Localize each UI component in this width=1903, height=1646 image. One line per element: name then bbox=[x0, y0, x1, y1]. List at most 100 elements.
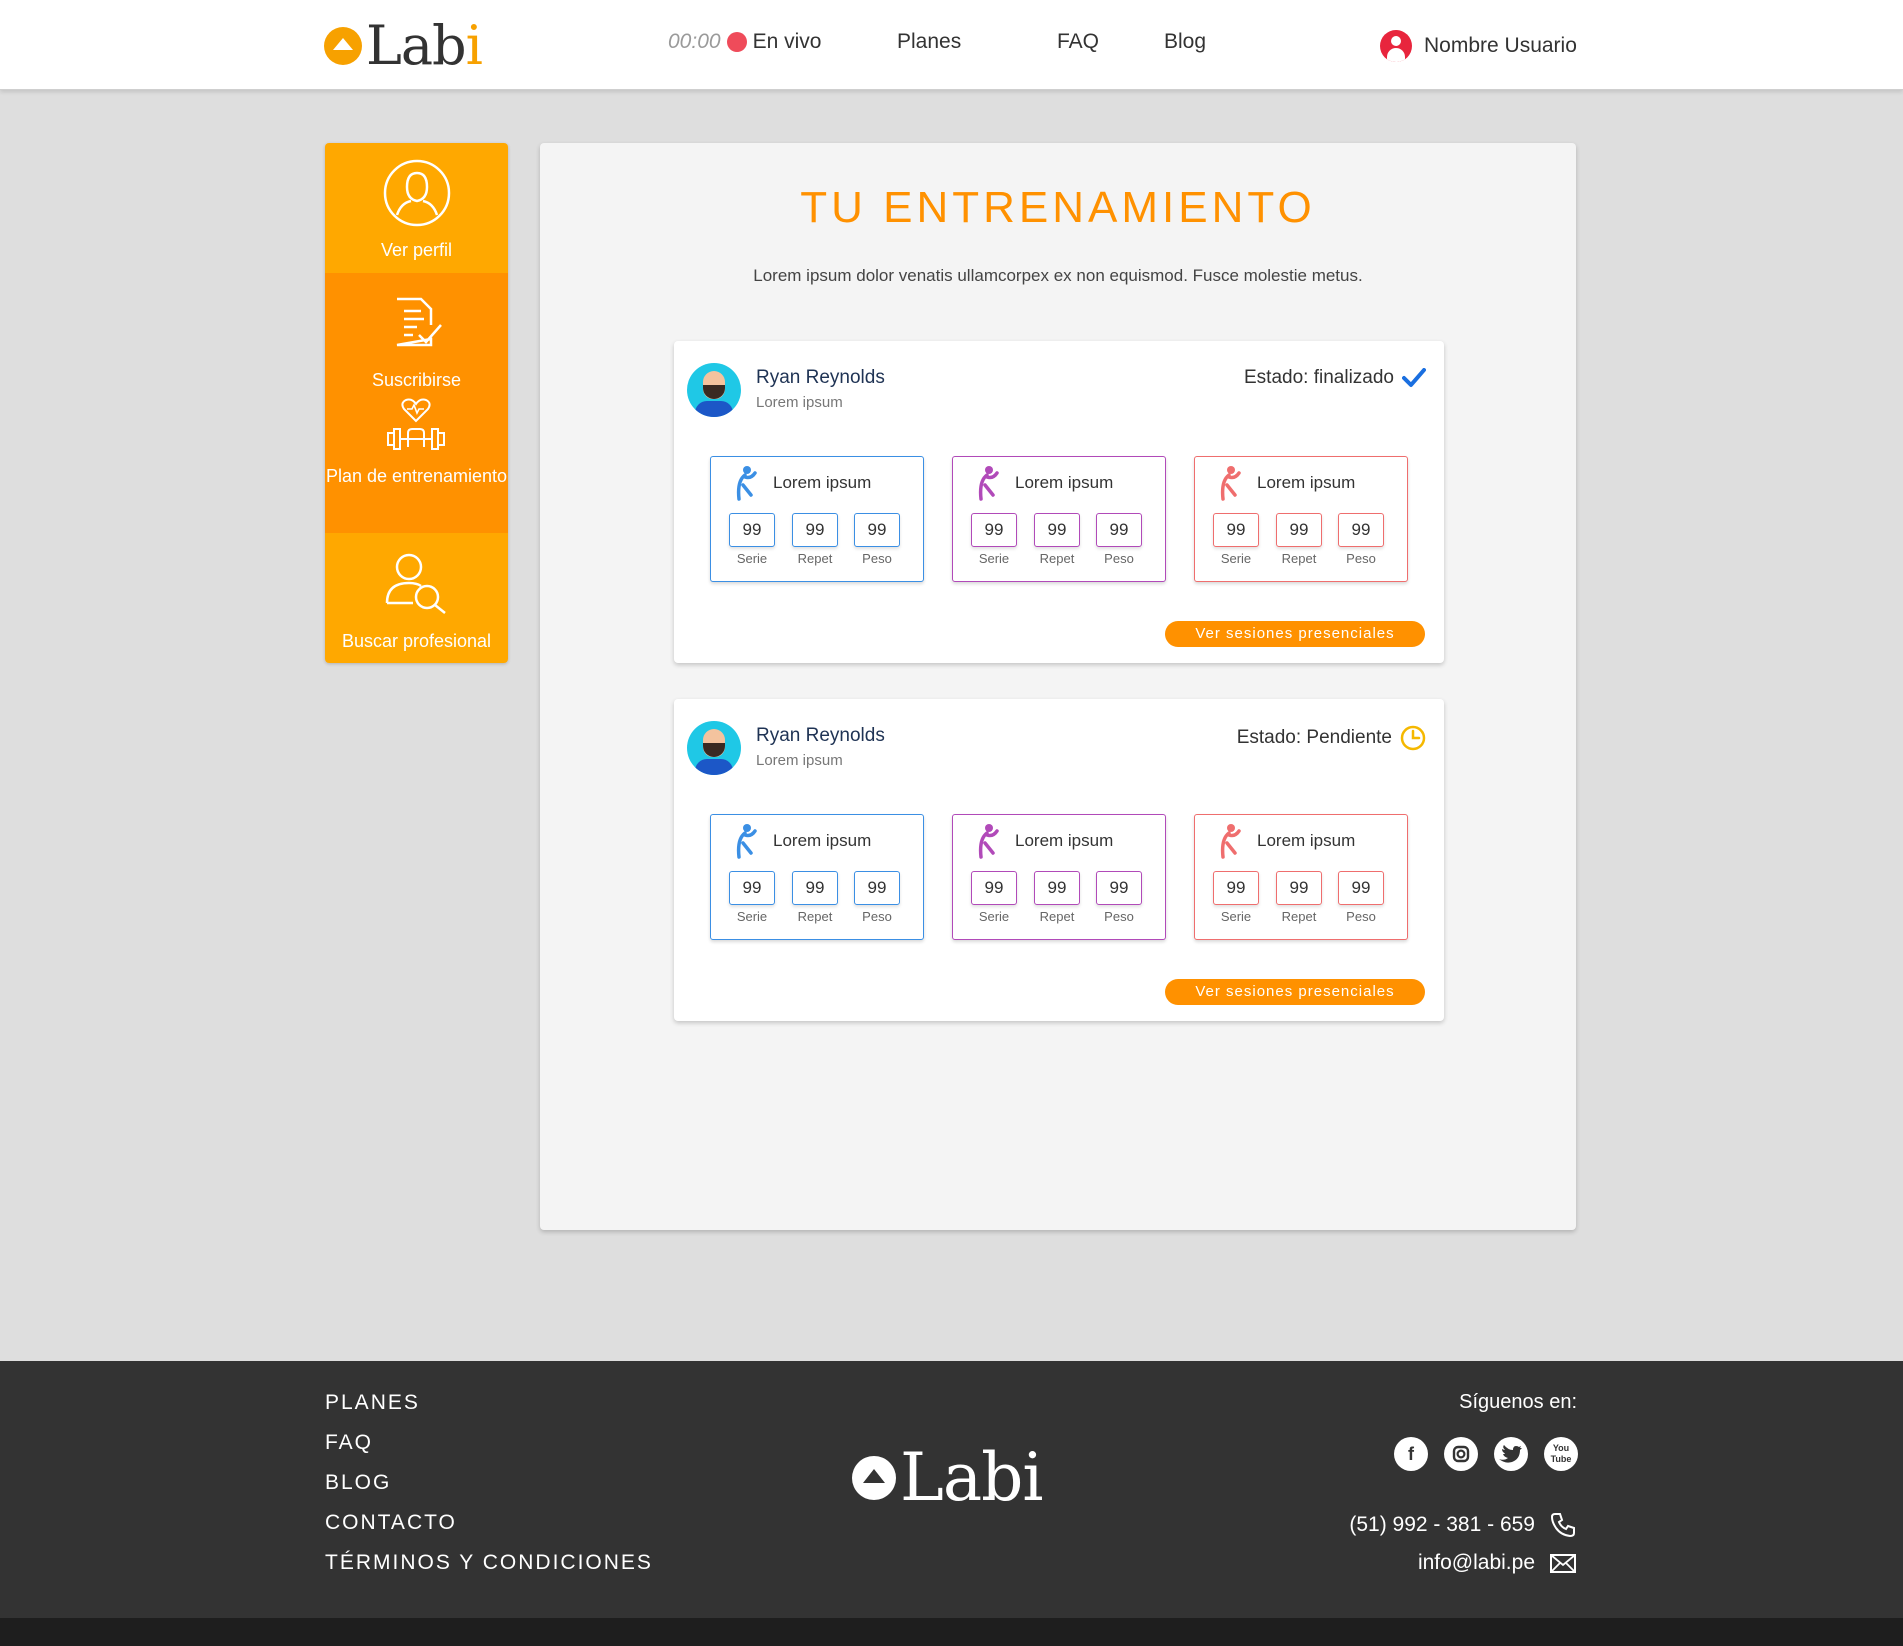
footer-link-contacto[interactable]: CONTACTO bbox=[325, 1511, 653, 1551]
stretching-figure-icon bbox=[736, 824, 757, 859]
stat-serie: 99 Serie bbox=[729, 871, 775, 924]
stat-label: Serie bbox=[978, 551, 1010, 566]
trainer-name[interactable]: Ryan Reynolds bbox=[756, 367, 885, 389]
nav-planes[interactable]: Planes bbox=[897, 30, 961, 54]
exercise-card[interactable]: Lorem ipsum 99 Serie 99 Repet 99 Peso bbox=[952, 814, 1166, 940]
twitter-icon[interactable] bbox=[1494, 1437, 1528, 1471]
sidebar-item-label: Ver perfil bbox=[380, 240, 453, 260]
status-text: Estado: finalizado bbox=[1244, 367, 1394, 388]
trainer-subtitle: Lorem ipsum bbox=[756, 394, 843, 411]
trainer-avatar bbox=[687, 721, 741, 775]
footer-link-planes[interactable]: PLANES bbox=[325, 1391, 653, 1431]
labi-logo-mark-icon bbox=[324, 27, 362, 65]
stat-value: 99 bbox=[1276, 871, 1322, 905]
stat-value: 99 bbox=[792, 513, 838, 547]
exercise-card[interactable]: Lorem ipsum 99 Serie 99 Repet 99 Peso bbox=[952, 456, 1166, 582]
stat-label: Repet bbox=[1281, 551, 1317, 566]
stat-label: Repet bbox=[1039, 909, 1075, 924]
stat-peso: 99 Peso bbox=[1338, 513, 1384, 566]
stat-value: 99 bbox=[1276, 513, 1322, 547]
exercise-card[interactable]: Lorem ipsum 99 Serie 99 Repet 99 Peso bbox=[710, 456, 924, 582]
stat-label: Serie bbox=[1220, 551, 1252, 566]
exercise-card[interactable]: Lorem ipsum 99 Serie 99 Repet 99 Peso bbox=[710, 814, 924, 940]
status-badge: Estado: finalizado bbox=[1244, 367, 1426, 389]
sidebar-item-buscar-profesional[interactable]: Buscar profesional bbox=[325, 533, 508, 663]
phone-number: (51) 992 - 381 - 659 bbox=[1349, 1513, 1535, 1536]
stat-peso: 99 Peso bbox=[1096, 513, 1142, 566]
stat-value: 99 bbox=[1096, 871, 1142, 905]
exercise-title: Lorem ipsum bbox=[773, 831, 872, 850]
view-sessions-button[interactable]: Ver sesiones presenciales bbox=[1165, 621, 1425, 647]
exercise-card[interactable]: Lorem ipsum 99 Serie 99 Repet 99 Peso bbox=[1194, 814, 1408, 940]
stat-repet: 99 Repet bbox=[792, 513, 838, 566]
checkmark-icon bbox=[1402, 368, 1426, 387]
stat-value: 99 bbox=[1213, 513, 1259, 547]
page-title: TU ENTRENAMIENTO bbox=[800, 183, 1316, 232]
exercise-title: Lorem ipsum bbox=[773, 473, 872, 492]
instagram-icon[interactable] bbox=[1444, 1437, 1478, 1471]
stretching-figure-icon bbox=[978, 466, 999, 501]
stat-value: 99 bbox=[1338, 513, 1384, 547]
stat-value: 99 bbox=[854, 871, 900, 905]
heart-dumbbell-icon bbox=[387, 398, 445, 450]
live-dot-icon bbox=[726, 32, 747, 52]
phone-icon bbox=[1550, 1513, 1575, 1538]
labi-logo[interactable]: Labi bbox=[324, 14, 483, 77]
follow-label: Síguenos en: bbox=[1459, 1391, 1577, 1413]
document-check-icon bbox=[396, 297, 442, 347]
user-menu[interactable]: Nombre Usuario bbox=[1380, 30, 1577, 62]
exercise-title: Lorem ipsum bbox=[1257, 831, 1356, 850]
sidebar-item-ver-perfil[interactable]: Ver perfil bbox=[325, 143, 508, 273]
footer-logo[interactable]: Labi bbox=[852, 1439, 1044, 1516]
contact-email[interactable]: info@labi.pe bbox=[1418, 1551, 1577, 1575]
stat-label: Serie bbox=[1220, 909, 1252, 924]
stat-label: Peso bbox=[1104, 551, 1134, 566]
logo-text: Labi bbox=[366, 14, 483, 77]
contact-phone[interactable]: (51) 992 - 381 - 659 bbox=[1349, 1511, 1577, 1539]
stat-repet: 99 Repet bbox=[1034, 871, 1080, 924]
stat-serie: 99 Serie bbox=[1213, 513, 1259, 566]
live-timer[interactable]: 00:00 En vivo bbox=[668, 30, 821, 54]
youtube-icon[interactable]: You Tube bbox=[1544, 1437, 1578, 1471]
stat-value: 99 bbox=[729, 871, 775, 905]
stat-repet: 99 Repet bbox=[1034, 513, 1080, 566]
stat-label: Serie bbox=[978, 909, 1010, 924]
user-search-icon bbox=[385, 553, 446, 614]
sidebar-section-active: Suscribirse Plan de entrenamiento bbox=[325, 273, 508, 533]
footer-logo-text: Labi bbox=[900, 1439, 1044, 1516]
stretching-figure-icon bbox=[1220, 824, 1241, 859]
footer-link-blog[interactable]: BLOG bbox=[325, 1471, 653, 1511]
footer-link-faq[interactable]: FAQ bbox=[325, 1431, 653, 1471]
stat-value: 99 bbox=[1213, 871, 1259, 905]
timer-time: 00:00 bbox=[668, 30, 721, 53]
stat-serie: 99 Serie bbox=[1213, 871, 1259, 924]
stat-label: Repet bbox=[1281, 909, 1317, 924]
exercise-title: Lorem ipsum bbox=[1015, 473, 1114, 492]
stretching-figure-icon bbox=[978, 824, 999, 859]
footer: PLANES FAQ BLOG CONTACTO TÉRMINOS Y COND… bbox=[0, 1361, 1903, 1618]
stat-value: 99 bbox=[971, 513, 1017, 547]
stat-value: 99 bbox=[1338, 871, 1384, 905]
facebook-icon[interactable]: f bbox=[1394, 1437, 1428, 1471]
stat-repet: 99 Repet bbox=[1276, 513, 1322, 566]
stat-label: Serie bbox=[736, 909, 768, 924]
stat-label: Repet bbox=[1039, 551, 1075, 566]
nav-blog[interactable]: Blog bbox=[1164, 30, 1206, 54]
trainer-name[interactable]: Ryan Reynolds bbox=[756, 725, 885, 747]
main-panel: TU ENTRENAMIENTO Lorem ipsum dolor venat… bbox=[540, 143, 1576, 1230]
sidebar-item-suscribirse[interactable]: Suscribirse bbox=[325, 273, 508, 393]
user-name: Nombre Usuario bbox=[1424, 34, 1577, 57]
sidebar-item-label: Buscar profesional bbox=[341, 631, 492, 651]
stat-label: Peso bbox=[1104, 909, 1134, 924]
exercise-card[interactable]: Lorem ipsum 99 Serie 99 Repet 99 Peso bbox=[1194, 456, 1408, 582]
stat-label: Repet bbox=[797, 551, 833, 566]
stretching-figure-icon bbox=[736, 466, 757, 501]
stat-peso: 99 Peso bbox=[1096, 871, 1142, 924]
labi-logo-mark-icon bbox=[852, 1456, 896, 1500]
nav-faq[interactable]: FAQ bbox=[1057, 30, 1099, 54]
footer-link-terminos[interactable]: TÉRMINOS Y CONDICIONES bbox=[325, 1551, 653, 1591]
view-sessions-button[interactable]: Ver sesiones presenciales bbox=[1165, 979, 1425, 1005]
sidebar-item-plan-entrenamiento[interactable]: Plan de entrenamiento bbox=[325, 393, 508, 533]
status-text: Estado: Pendiente bbox=[1236, 727, 1392, 748]
page-subtitle: Lorem ipsum dolor venatis ullamcorpex ex… bbox=[753, 266, 1363, 285]
